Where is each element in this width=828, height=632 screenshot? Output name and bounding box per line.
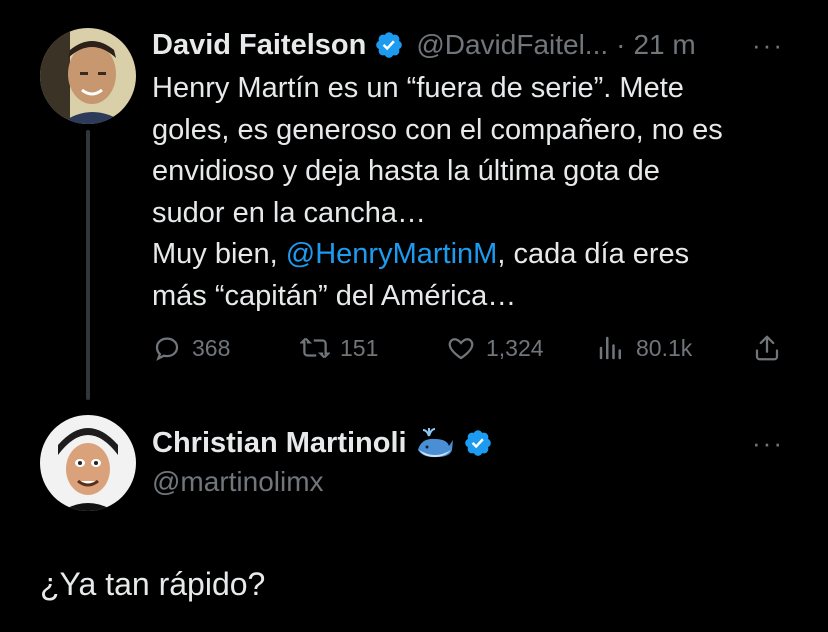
reply-count: 368 bbox=[192, 334, 231, 361]
more-icon[interactable]: ··· bbox=[752, 428, 784, 459]
tweet2-header: Christian Martinoli bbox=[152, 424, 493, 462]
like-count: 1,324 bbox=[486, 334, 544, 361]
whale-emoji-icon bbox=[415, 426, 455, 460]
verified-badge-icon bbox=[463, 428, 493, 458]
mention-link[interactable]: @HenryMartinM bbox=[286, 238, 498, 270]
thread-connector-line bbox=[86, 130, 90, 400]
retweet-icon bbox=[300, 337, 330, 359]
tweet1-header: David Faitelson @DavidFaitel... · 21 m bbox=[152, 26, 696, 64]
tweet-line: Muy bien, @HenryMartinM, cada día eres bbox=[152, 234, 812, 276]
like-icon bbox=[448, 338, 474, 360]
more-icon[interactable]: ··· bbox=[752, 30, 784, 61]
author-name[interactable]: Christian Martinoli bbox=[152, 427, 407, 460]
reply-button[interactable]: 368 bbox=[152, 330, 230, 366]
tweet1-body: Henry Martín es un “fuera de serie”. Met… bbox=[152, 68, 812, 317]
retweet-button[interactable]: 151 bbox=[300, 330, 378, 366]
tweet-text: Muy bien, bbox=[152, 238, 286, 270]
verified-badge-icon bbox=[374, 30, 404, 60]
author-name[interactable]: David Faitelson bbox=[152, 29, 366, 62]
views-count: 80.1k bbox=[636, 334, 693, 361]
tweet-timestamp[interactable]: 21 m bbox=[633, 29, 695, 61]
separator-dot: · bbox=[616, 29, 626, 60]
views-button[interactable]: 80.1k bbox=[596, 330, 692, 366]
tweet-line: más “capitán” del América… bbox=[152, 279, 517, 312]
tweet-line: sudor en la cancha… bbox=[152, 196, 427, 229]
author-handle[interactable]: @DavidFaitel... bbox=[416, 29, 608, 61]
share-button[interactable] bbox=[752, 330, 782, 366]
tweet-line: goles, es generoso con el compañero, no … bbox=[152, 113, 723, 146]
views-icon bbox=[599, 336, 621, 360]
share-icon bbox=[755, 335, 779, 361]
tweet-text: , cada día eres bbox=[497, 238, 690, 270]
author-handle[interactable]: @martinolimx bbox=[152, 466, 324, 498]
retweet-count: 151 bbox=[340, 334, 379, 361]
avatar-david-faitelson[interactable] bbox=[40, 28, 136, 124]
like-button[interactable]: 1,324 bbox=[446, 330, 544, 366]
reply-icon bbox=[155, 337, 179, 361]
tweet-line: Henry Martín es un “fuera de serie”. Met… bbox=[152, 72, 684, 104]
avatar-christian-martinoli[interactable] bbox=[40, 415, 136, 511]
tweet-line: envidioso y deja hasta la última gota de bbox=[152, 155, 660, 187]
tweet2-body: ¿Ya tan rápido? bbox=[40, 566, 266, 602]
